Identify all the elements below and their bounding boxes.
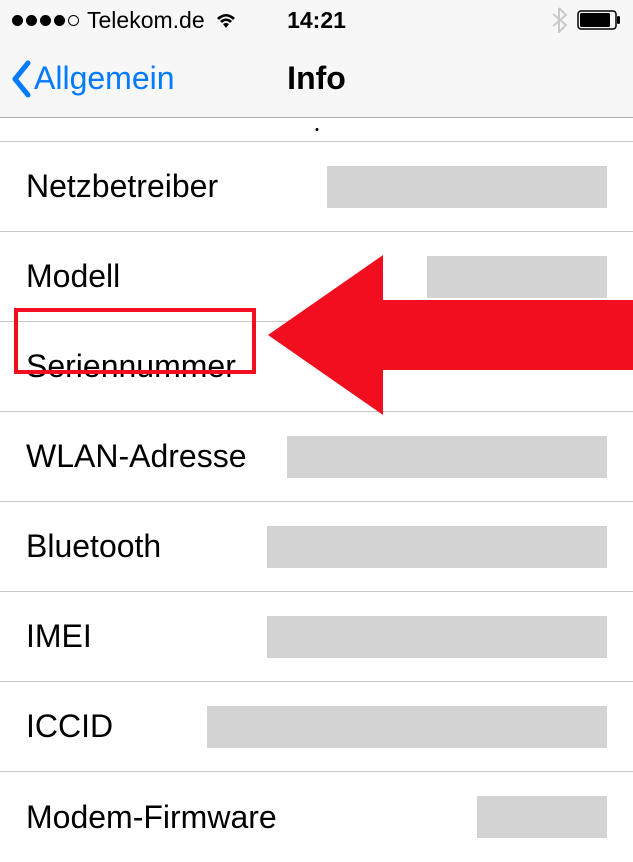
- row-label: Modell: [26, 258, 120, 295]
- row-imei[interactable]: IMEI: [0, 592, 633, 682]
- redacted-value: [287, 436, 607, 478]
- row-label: Netzbetreiber: [26, 168, 218, 205]
- battery-icon: [577, 10, 621, 30]
- redacted-value: [477, 796, 607, 838]
- redacted-value: [267, 526, 607, 568]
- row-label: ICCID: [26, 708, 113, 745]
- redacted-value: [207, 706, 607, 748]
- row-bluetooth[interactable]: Bluetooth: [0, 502, 633, 592]
- nav-bar: Allgemein Info: [0, 40, 633, 118]
- row-modem-firmware[interactable]: Modem-Firmware: [0, 772, 633, 862]
- row-label: Seriennummer: [26, 348, 236, 385]
- carrier-label: Telekom.de: [87, 7, 205, 34]
- row-iccid[interactable]: ICCID: [0, 682, 633, 772]
- row-label: Bluetooth: [26, 528, 161, 565]
- back-label: Allgemein: [34, 60, 175, 97]
- back-button[interactable]: Allgemein: [10, 60, 175, 98]
- row-wlan-adresse[interactable]: WLAN-Adresse: [0, 412, 633, 502]
- status-right: [551, 7, 621, 33]
- info-list: Netzbetreiber Modell Seriennummer WLAN-A…: [0, 118, 633, 862]
- redacted-value: [427, 256, 607, 298]
- row-label: IMEI: [26, 618, 92, 655]
- chevron-left-icon: [10, 60, 32, 98]
- row-seriennummer[interactable]: Seriennummer: [0, 322, 633, 412]
- status-left: Telekom.de: [12, 7, 239, 34]
- signal-strength-icon: [12, 15, 79, 26]
- status-time: 14:21: [287, 7, 346, 34]
- redacted-value: [267, 616, 607, 658]
- wifi-icon: [213, 10, 239, 30]
- page-title: Info: [287, 60, 346, 97]
- row-netzbetreiber[interactable]: Netzbetreiber: [0, 142, 633, 232]
- row-label: WLAN-Adresse: [26, 438, 247, 475]
- row-label: Modem-Firmware: [26, 799, 277, 836]
- list-top-separator: [0, 118, 633, 142]
- redacted-value: [327, 166, 607, 208]
- bluetooth-icon: [551, 7, 567, 33]
- row-modell[interactable]: Modell: [0, 232, 633, 322]
- status-bar: Telekom.de 14:21: [0, 0, 633, 40]
